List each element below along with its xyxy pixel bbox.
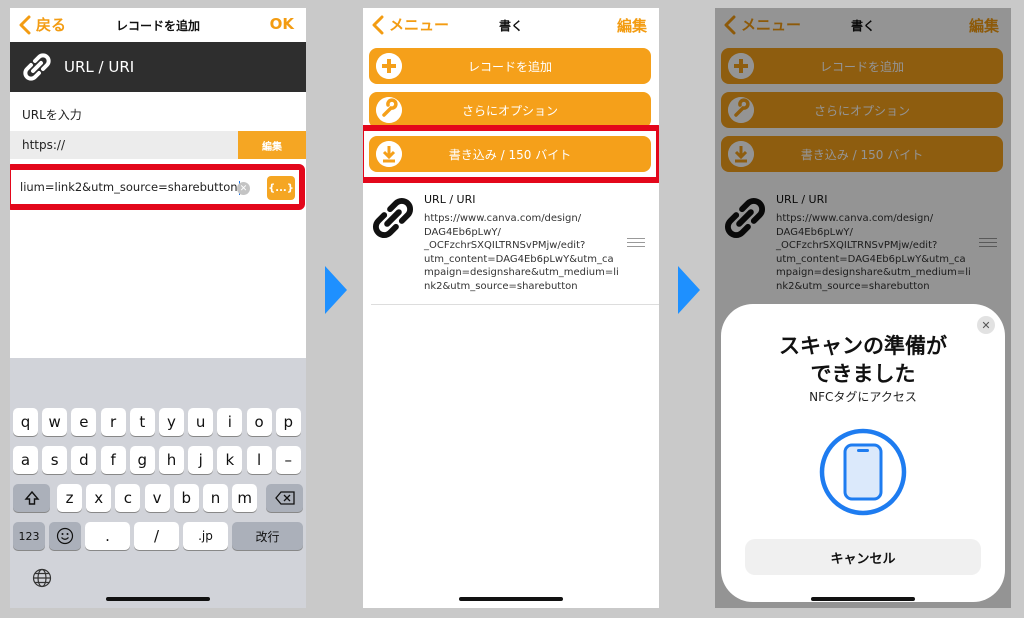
key[interactable]: p (275, 408, 301, 436)
key[interactable]: m (232, 484, 258, 512)
key[interactable]: x (86, 484, 112, 512)
record-type-label: URL / URI (64, 58, 135, 76)
chevron-left-icon (19, 15, 31, 34)
screen-add-record: 戻る レコードを追加 OK URL / URI URLを入力 https:// … (10, 8, 306, 608)
cancel-button[interactable]: キャンセル (745, 539, 981, 575)
globe-icon[interactable] (32, 568, 52, 588)
nav-bar: 戻る レコードを追加 OK (10, 8, 306, 42)
screen-write: メニュー 書く 編集 レコードを追加 さらにオプション 書き込み / 150 バ… (363, 8, 659, 608)
drag-handle-icon[interactable] (627, 238, 645, 250)
url-input[interactable]: lium=link2&utm_source=sharebutton (20, 180, 240, 195)
url-prefix-selector[interactable]: https:// (10, 138, 238, 152)
key[interactable]: – (275, 446, 301, 474)
nav-title: レコードを追加 (115, 18, 200, 33)
sheet-subtitle: NFCタグにアクセス (809, 390, 917, 404)
nav-bar: メニュー 書く 編集 (363, 8, 659, 42)
nav-title: 書く (498, 18, 523, 33)
key[interactable]: d (71, 446, 97, 474)
menu-back-button[interactable]: メニュー (371, 14, 449, 35)
numbers-key[interactable]: 123 (13, 522, 45, 550)
key[interactable]: s (42, 446, 68, 474)
key[interactable]: g (129, 446, 155, 474)
phone-scan-icon (819, 428, 907, 516)
backspace-key[interactable] (266, 484, 303, 512)
sheet-title: スキャンの準備が できました (721, 332, 1005, 388)
dot-key[interactable]: . (85, 522, 130, 550)
key[interactable]: e (71, 408, 97, 436)
key[interactable]: j (188, 446, 214, 474)
link-icon (372, 197, 414, 239)
more-options-label: さらにオプション (461, 103, 558, 118)
more-options-button[interactable]: さらにオプション (369, 92, 651, 128)
shift-key[interactable] (13, 484, 50, 512)
slash-key[interactable]: / (134, 522, 179, 550)
chevron-left-icon (372, 15, 384, 34)
edit-button[interactable]: 編集 (617, 15, 647, 36)
return-key[interactable]: 改行 (232, 522, 303, 550)
url-prefix-row: https:// 編集 (10, 131, 306, 159)
sheet-title-line1: スキャンの準備が (779, 334, 947, 358)
url-input-highlight: lium=link2&utm_source=sharebutton ✕ {...… (10, 164, 305, 210)
home-indicator (106, 597, 210, 601)
home-indicator (459, 597, 563, 601)
sheet-title-line2: できました (810, 362, 916, 386)
plus-icon (376, 53, 402, 79)
link-icon (23, 53, 51, 81)
home-indicator (811, 597, 915, 601)
key[interactable]: o (246, 408, 272, 436)
url-input-value: lium=link2&utm_source=sharebutton (20, 180, 238, 194)
write-button-highlight (363, 125, 659, 183)
section-label: URLを入力 (22, 108, 82, 122)
key[interactable]: y (159, 408, 184, 436)
key[interactable]: t (129, 408, 155, 436)
wrench-icon (376, 97, 402, 123)
emoji-key[interactable] (49, 522, 81, 550)
url-line: _OCFzchrSXQILTRNSvPMjw/edit? (424, 240, 586, 251)
key[interactable]: a (13, 446, 38, 474)
key[interactable]: v (144, 484, 170, 512)
back-label: 戻る (36, 16, 67, 34)
url-line: DAG4Eb6pLwY/ (424, 226, 501, 238)
url-line: mpaign=designshare&utm_medium=li (424, 267, 619, 278)
nfc-scan-sheet: ✕ スキャンの準備が できました NFCタグにアクセス キャンセル (721, 304, 1005, 602)
record-type-label: URL / URI (424, 193, 476, 206)
url-line: https://www.canva.com/design/ (424, 213, 582, 224)
add-record-button[interactable]: レコードを追加 (369, 48, 651, 84)
key[interactable]: k (217, 446, 243, 474)
edit-prefix-button[interactable]: 編集 (238, 131, 306, 159)
url-line: nk2&utm_source=sharebutton (424, 280, 578, 292)
back-label: メニュー (389, 16, 450, 34)
key[interactable]: b (173, 484, 199, 512)
key[interactable]: w (42, 408, 68, 436)
url-line: utm_content=DAG4Eb6pLwY&utm_ca (424, 253, 614, 265)
key[interactable]: l (246, 446, 272, 474)
record-item[interactable]: URL / URI https://www.canva.com/design/ … (363, 188, 659, 304)
arrow-right-icon (678, 266, 700, 314)
back-button[interactable]: 戻る (18, 14, 66, 35)
arrow-right-icon (325, 266, 347, 314)
shift-icon (23, 490, 40, 505)
ok-button[interactable]: OK (270, 15, 294, 33)
record-url: https://www.canva.com/design/ DAG4Eb6pLw… (424, 212, 629, 293)
record-type-header: URL / URI (10, 42, 306, 92)
key[interactable]: i (217, 408, 243, 436)
jp-domain-key[interactable]: .jp (183, 522, 228, 550)
insert-variable-button[interactable]: {...} (267, 176, 295, 200)
clear-input-icon[interactable]: ✕ (237, 182, 250, 195)
key[interactable]: z (57, 484, 82, 512)
key[interactable]: f (100, 446, 126, 474)
key[interactable]: n (203, 484, 228, 512)
add-record-label: レコードを追加 (467, 59, 552, 74)
key[interactable]: h (159, 446, 184, 474)
screen-scan-ready: メニュー 書く 編集 レコードを追加 さらにオプション 書き込み / 150 バ… (715, 8, 1011, 608)
keyboard: 123 . / .jp 改行 q w e r t y u i o p a s d f g h j k l – z x c v b… (10, 358, 306, 608)
emoji-icon (56, 527, 74, 545)
key[interactable]: r (100, 408, 126, 436)
key[interactable]: c (115, 484, 141, 512)
divider (371, 304, 659, 305)
key[interactable]: u (188, 408, 214, 436)
backspace-icon (274, 491, 295, 505)
key[interactable]: q (13, 408, 38, 436)
